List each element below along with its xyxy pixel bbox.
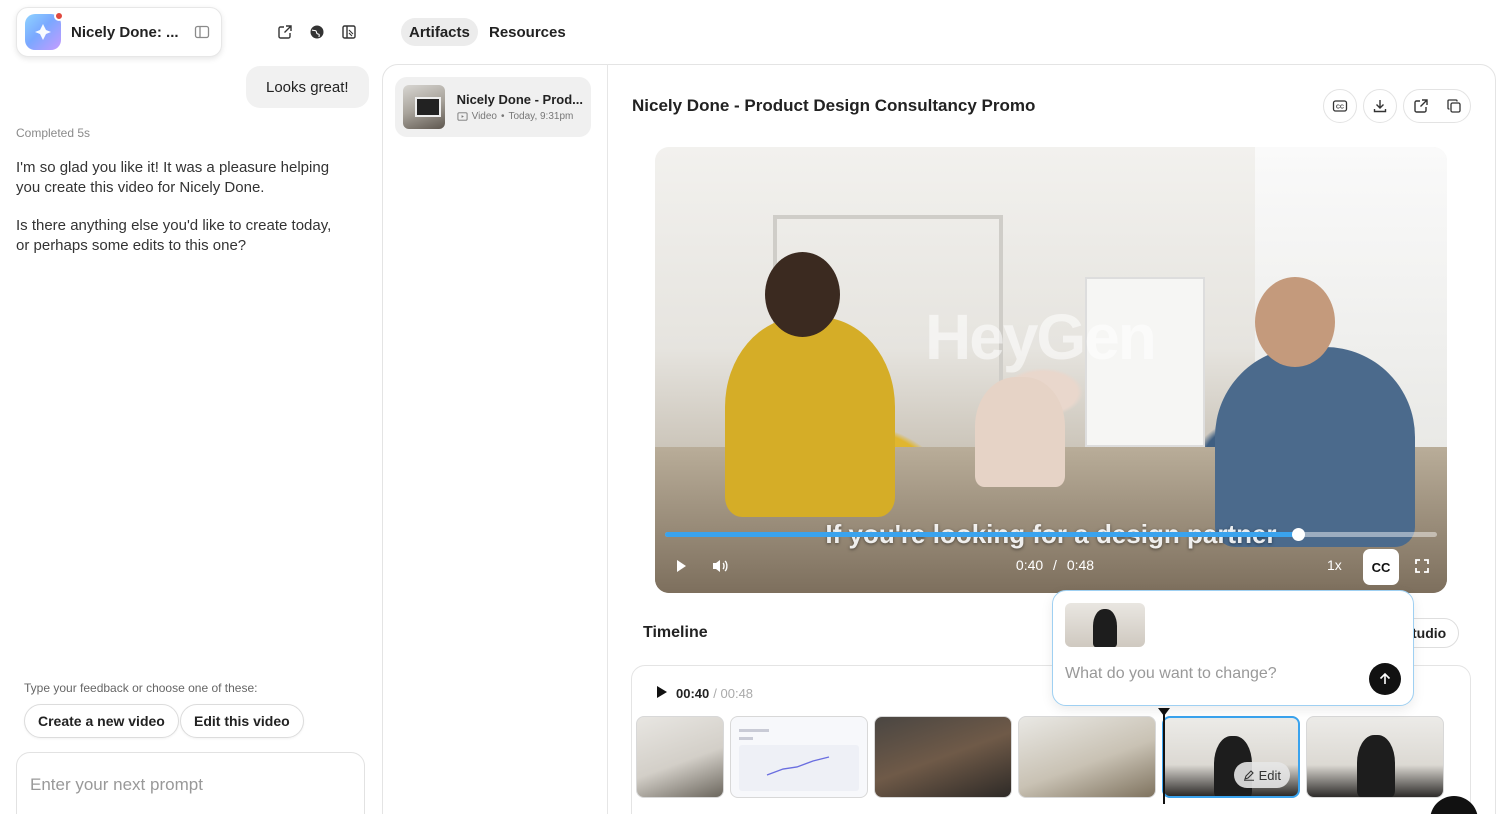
scene-head-left bbox=[765, 252, 840, 337]
artifact-name: Nicely Done - Prod... bbox=[456, 92, 583, 107]
create-new-video-button[interactable]: Create a new video bbox=[24, 704, 179, 738]
playback-speed-button[interactable]: 1x bbox=[1327, 557, 1342, 573]
notification-dot bbox=[54, 11, 64, 21]
video-current-time: 0:40 bbox=[1015, 557, 1044, 573]
captions-button-group: CC bbox=[1323, 89, 1357, 123]
edit-scene-button[interactable]: Edit bbox=[1233, 762, 1290, 788]
app-title: Nicely Done: ... bbox=[71, 23, 179, 41]
artifact-card[interactable]: Nicely Done - Prod... Video • Today, 9:3… bbox=[395, 77, 591, 137]
download-button-group bbox=[1363, 89, 1397, 123]
edit-pen-icon bbox=[1243, 770, 1254, 781]
video-player[interactable]: HeyGen If you're looking for a design pa… bbox=[655, 147, 1447, 593]
tab-resources[interactable]: Resources bbox=[481, 18, 574, 46]
layout-icon[interactable] bbox=[339, 22, 359, 42]
assistant-message: I'm so glad you like it! It was a pleasu… bbox=[16, 158, 346, 274]
watermark: HeyGen bbox=[925, 301, 1157, 373]
timeline-play-icon[interactable] bbox=[656, 685, 668, 702]
panel-divider bbox=[607, 64, 608, 814]
app-logo bbox=[25, 11, 64, 50]
play-icon[interactable] bbox=[673, 557, 689, 575]
download-icon[interactable] bbox=[1364, 90, 1396, 122]
svg-text:CC: CC bbox=[1336, 105, 1344, 111]
video-time-readout: 0:40 / 0:48 bbox=[995, 557, 1115, 573]
scene-thumbnail[interactable] bbox=[636, 716, 724, 798]
tab-artifacts[interactable]: Artifacts bbox=[401, 18, 478, 46]
artifact-thumbnail bbox=[403, 85, 445, 129]
change-request-popover bbox=[1052, 590, 1414, 706]
arrow-up-icon[interactable] bbox=[1369, 663, 1401, 695]
sidebar-toggle-icon[interactable] bbox=[191, 21, 213, 43]
artifact-meta: Video • Today, 9:31pm bbox=[457, 111, 583, 122]
scene-thumbnail-selected[interactable]: Edit bbox=[1162, 716, 1300, 798]
scene-person-right bbox=[1215, 347, 1415, 547]
prompt-input[interactable] bbox=[30, 775, 351, 795]
volume-icon[interactable] bbox=[710, 557, 730, 575]
feedback-hint: Type your feedback or choose one of thes… bbox=[24, 681, 258, 695]
user-message: Looks great! bbox=[246, 66, 369, 108]
scene-thumbnail[interactable] bbox=[1306, 716, 1444, 798]
timeline-heading: Timeline bbox=[643, 624, 708, 641]
video-progress-bar[interactable] bbox=[665, 528, 1437, 541]
share-copy-button-group bbox=[1403, 89, 1471, 123]
copy-icon[interactable] bbox=[1437, 90, 1470, 122]
edit-this-video-button[interactable]: Edit this video bbox=[180, 704, 304, 738]
edit-scene-label: Edit bbox=[1258, 767, 1281, 783]
assistant-paragraph: Is there anything else you'd like to cre… bbox=[16, 217, 332, 254]
scene-person-left bbox=[725, 317, 895, 517]
prompt-box bbox=[16, 752, 365, 814]
timeline-time: 00:40 / 00:48 bbox=[656, 685, 753, 702]
app-switcher[interactable]: Nicely Done: ... bbox=[16, 7, 222, 57]
video-time-separator: / bbox=[1053, 557, 1057, 573]
external-link-icon[interactable] bbox=[275, 22, 295, 42]
external-link-icon[interactable] bbox=[1404, 90, 1437, 122]
closed-captions-button[interactable]: CC bbox=[1363, 549, 1399, 585]
globe-icon[interactable] bbox=[307, 22, 327, 42]
timeline-duration: 00:48 bbox=[720, 686, 754, 701]
completion-status: Completed 5s bbox=[16, 126, 91, 140]
scene-person-middle bbox=[975, 377, 1065, 487]
assistant-paragraph: I'm so glad you like it! It was a pleasu… bbox=[16, 159, 330, 196]
scene-head-right bbox=[1255, 277, 1335, 367]
video-title: Nicely Done - Product Design Consultancy… bbox=[632, 96, 1036, 115]
popover-scene-thumbnail bbox=[1065, 603, 1145, 647]
artifact-type: Video bbox=[471, 111, 497, 122]
timeline-current-time: 00:40 bbox=[676, 686, 710, 701]
change-request-input[interactable] bbox=[1065, 665, 1355, 683]
video-duration: 0:48 bbox=[1066, 557, 1095, 573]
timeline-time-separator: / bbox=[713, 686, 717, 701]
fullscreen-icon[interactable] bbox=[1413, 557, 1431, 575]
app-logo-icon bbox=[35, 24, 51, 40]
presenter-silhouette bbox=[1357, 735, 1395, 797]
artifact-timestamp: Today, 9:31pm bbox=[508, 111, 574, 122]
video-progress-fill bbox=[665, 532, 1299, 537]
scene-thumbnail[interactable] bbox=[730, 716, 868, 798]
scene-thumbnail[interactable] bbox=[1018, 716, 1156, 798]
timeline-playhead[interactable] bbox=[1158, 708, 1170, 804]
chart-preview-icon bbox=[739, 729, 859, 791]
captions-icon[interactable]: CC bbox=[1324, 90, 1356, 122]
scene-thumbnail-strip: Edit bbox=[636, 716, 1444, 798]
video-progress-handle[interactable] bbox=[1292, 528, 1306, 541]
scene-thumbnail[interactable] bbox=[874, 716, 1012, 798]
meta-separator: • bbox=[500, 111, 505, 122]
video-icon bbox=[457, 112, 468, 121]
